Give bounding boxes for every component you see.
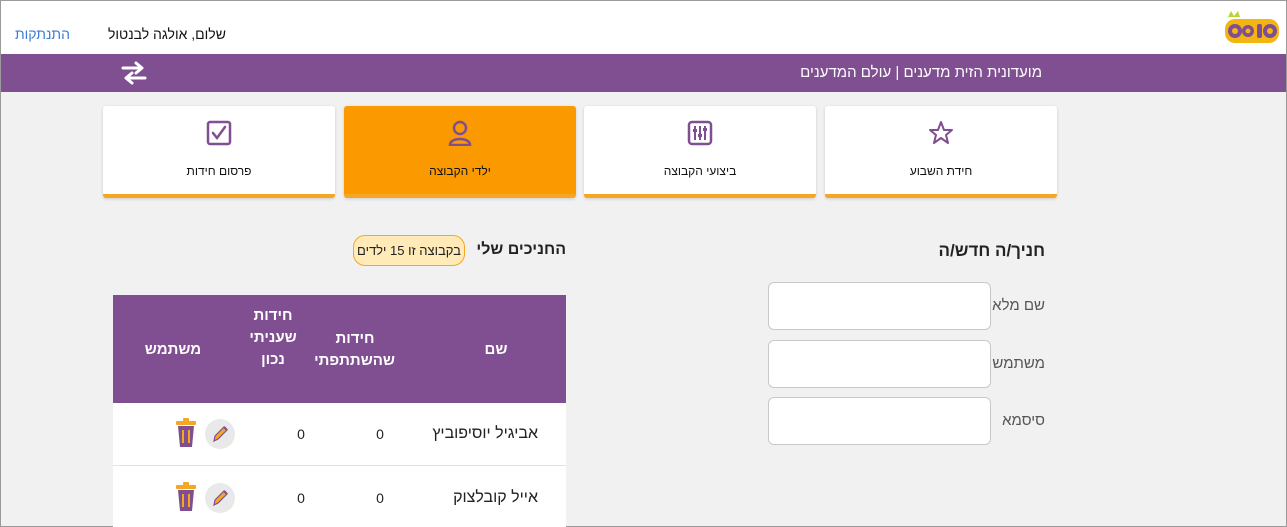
username-label: משתמש — [992, 355, 1045, 372]
tile-publish-riddles[interactable]: פרסום חידות — [103, 106, 335, 198]
student-name: אייל קובלצוק — [453, 489, 538, 506]
top-bar: התנתקות שלום, אולגה לבנטול — [1, 1, 1286, 54]
tile-label: ילדי הקבוצה — [429, 164, 491, 178]
header-line: נכון — [261, 351, 285, 368]
password-input[interactable] — [768, 397, 991, 445]
edit-button[interactable] — [205, 419, 235, 449]
star-icon — [929, 121, 953, 144]
username-input[interactable] — [768, 340, 991, 388]
pencil-icon — [213, 490, 228, 507]
table-header: שם חידות שהשתתפתי חידות שעניתי נכון משתמ… — [113, 295, 566, 403]
swap-arrows-icon[interactable] — [119, 58, 149, 88]
students-table: שם חידות שהשתתפתי חידות שעניתי נכון משתמ… — [113, 295, 566, 527]
header-line: חידות — [335, 330, 375, 347]
correct-count: 0 — [297, 426, 305, 442]
participated-count: 0 — [376, 490, 384, 506]
header-line: שהשתתפתי — [314, 352, 395, 369]
table-row: אביגיל יוסיפוביץ 0 0 — [113, 403, 566, 466]
student-name: אביגיל יוסיפוביץ — [432, 425, 538, 442]
tile-group-performance[interactable]: ביצועי הקבוצה — [584, 106, 816, 198]
table-row: אייל קובלצוק 0 0 — [113, 467, 566, 527]
sliders-icon — [687, 120, 713, 146]
pencil-icon — [213, 426, 228, 443]
new-student-title: חניך/ה חדש/ה — [938, 241, 1045, 260]
nav-bar: מועדונית הזית מדענים | עולם המדענים — [1, 54, 1286, 92]
participated-count: 0 — [376, 426, 384, 442]
correct-count: 0 — [297, 490, 305, 506]
breadcrumb: מועדונית הזית מדענים | עולם המדענים — [800, 64, 1042, 81]
tile-label: פרסום חידות — [186, 164, 252, 178]
password-label: סיסמא — [1002, 412, 1045, 429]
logo[interactable] — [1224, 11, 1280, 45]
col-name-header: שם — [484, 341, 508, 358]
trash-icon[interactable] — [175, 482, 197, 512]
col-user-header: משתמש — [144, 341, 202, 358]
user-icon — [448, 120, 472, 146]
student-count-badge: בקבוצה זו 15 ילדים — [353, 235, 465, 266]
tile-group-children[interactable]: ילדי הקבוצה — [344, 106, 576, 198]
col-correct-header: חידות שעניתי נכון — [243, 305, 303, 371]
trash-icon[interactable] — [175, 418, 197, 448]
checkbox-icon — [206, 120, 232, 146]
tile-weekly-riddle[interactable]: חידת השבוע — [825, 106, 1057, 198]
edit-button[interactable] — [205, 483, 235, 513]
tile-label: ביצועי הקבוצה — [663, 164, 737, 178]
header-line: שעניתי — [249, 329, 297, 346]
greeting-text: שלום, אולגה לבנטול — [108, 26, 226, 42]
full-name-label: שם מלא — [992, 297, 1045, 314]
my-students-title: החניכים שלי — [476, 241, 566, 258]
logout-link[interactable]: התנתקות — [15, 26, 70, 42]
full-name-input[interactable] — [768, 282, 991, 330]
tile-label: חידת השבוע — [909, 164, 973, 178]
header-line: חידות — [253, 307, 293, 324]
col-participated-header: חידות שהשתתפתי — [314, 328, 395, 372]
